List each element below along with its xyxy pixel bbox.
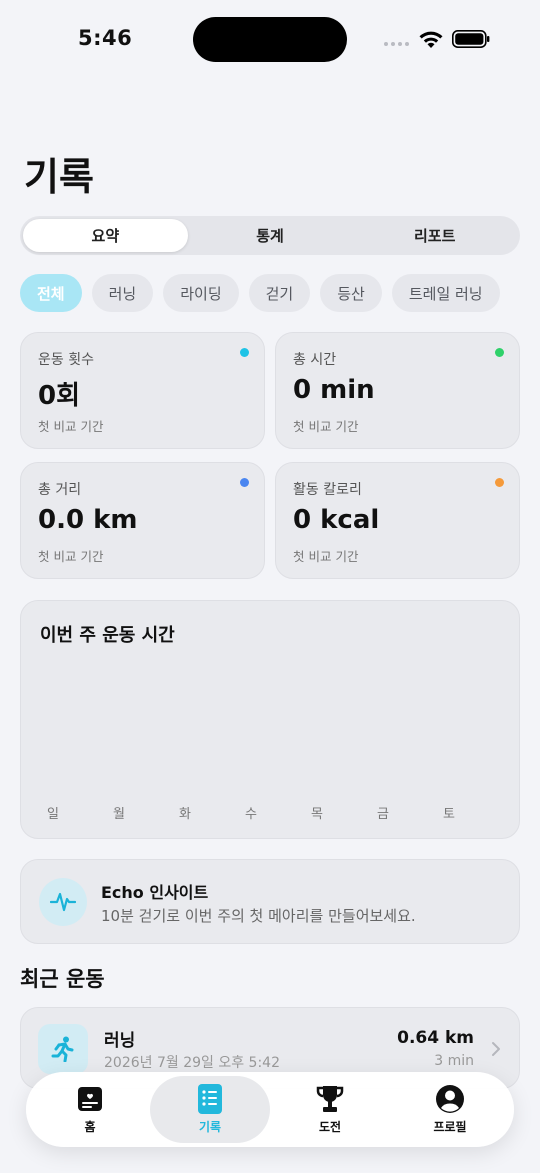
workout-date: 2026년 7월 29일 오후 5:42 (104, 1055, 280, 1071)
stat-comparison: 첫 비교 기간 (38, 549, 104, 564)
stat-comparison: 첫 비교 기간 (38, 419, 104, 434)
recent-workouts-title: 최근 운동 (20, 967, 105, 991)
stat-comparison: 첫 비교 기간 (293, 419, 359, 434)
stat-card-workout-count[interactable]: 운동 횟수 0회 첫 비교 기간 (20, 332, 265, 449)
weekly-chart-title: 이번 주 운동 시간 (40, 625, 175, 646)
workout-duration: 3 min (434, 1053, 474, 1069)
day-label: 월 (113, 807, 125, 822)
stat-value: 0 kcal (293, 505, 380, 535)
insight-text: 10분 걷기로 이번 주의 첫 메아리를 만들어보세요. (101, 907, 416, 925)
battery-icon (452, 30, 490, 48)
tab-label: 홈 (84, 1120, 96, 1134)
day-label: 일 (47, 807, 59, 822)
day-label: 수 (245, 807, 257, 822)
stat-color-dot (240, 478, 249, 487)
filter-chip-walking[interactable]: 걷기 (248, 274, 311, 312)
wifi-icon (419, 31, 443, 48)
stat-card-total-time[interactable]: 총 시간 0 min 첫 비교 기간 (275, 332, 520, 449)
filter-chip-trail-running[interactable]: 트레일 러닝 (391, 274, 500, 312)
workout-name: 러닝 (104, 1031, 136, 1051)
page-title: 기록 (24, 155, 94, 199)
stat-color-dot (495, 348, 504, 357)
day-label: 화 (179, 807, 191, 822)
tab-profile[interactable]: 프로필 (390, 1076, 510, 1143)
stat-label: 운동 횟수 (38, 352, 94, 368)
running-icon (38, 1024, 88, 1074)
filter-chip-hiking[interactable]: 등산 (320, 274, 382, 312)
workout-distance: 0.64 km (397, 1028, 474, 1048)
segment-summary[interactable]: 요약 (23, 219, 188, 252)
day-label: 목 (311, 807, 323, 822)
home-card-icon (75, 1084, 105, 1114)
stat-label: 총 거리 (38, 482, 82, 498)
stat-color-dot (240, 348, 249, 357)
stat-comparison: 첫 비교 기간 (293, 549, 359, 564)
tab-label: 프로필 (433, 1120, 467, 1134)
stat-value: 0 min (293, 375, 375, 405)
stat-label: 총 시간 (293, 352, 337, 368)
segmented-control: 요약 통계 리포트 (20, 216, 520, 255)
filter-chip-all[interactable]: 전체 (20, 274, 82, 312)
filter-chip-running[interactable]: 러닝 (91, 274, 154, 312)
stat-value: 0회 (38, 381, 81, 411)
segment-statistics[interactable]: 통계 (188, 219, 353, 252)
stat-card-total-distance[interactable]: 총 거리 0.0 km 첫 비교 기간 (20, 462, 265, 579)
tab-label: 기록 (198, 1120, 222, 1134)
day-label: 금 (377, 807, 389, 822)
waveform-icon (39, 878, 87, 926)
cellular-signal-icon (384, 42, 409, 46)
filter-chip-riding[interactable]: 라이딩 (163, 274, 239, 312)
insight-title: Echo 인사이트 (101, 883, 209, 902)
echo-insight-card[interactable]: Echo 인사이트 10분 걷기로 이번 주의 첫 메아리를 만들어보세요. (20, 859, 520, 944)
tab-label: 도전 (318, 1120, 342, 1134)
stat-card-active-calories[interactable]: 활동 칼로리 0 kcal 첫 비교 기간 (275, 462, 520, 579)
stat-label: 활동 칼로리 (293, 482, 362, 498)
status-time: 5:46 (78, 26, 133, 50)
status-bar: 5:46 (0, 0, 540, 80)
weekly-workout-time-card: 이번 주 운동 시간 일 월 화 수 목 금 토 (20, 600, 520, 839)
bottom-tab-bar: 홈 기록 도전 프로필 (26, 1072, 514, 1147)
tab-challenge[interactable]: 도전 (270, 1076, 390, 1143)
stat-color-dot (495, 478, 504, 487)
day-label: 토 (443, 807, 455, 822)
segment-report[interactable]: 리포트 (352, 219, 517, 252)
dynamic-island (193, 17, 347, 62)
tab-records[interactable]: 기록 (150, 1076, 270, 1143)
tab-home[interactable]: 홈 (30, 1076, 150, 1143)
stat-value: 0.0 km (38, 505, 138, 535)
profile-icon (435, 1084, 465, 1114)
list-icon (195, 1084, 225, 1114)
chevron-right-icon (492, 1042, 500, 1056)
activity-filter-chips: 전체 러닝 라이딩 걷기 등산 트레일 러닝 (20, 274, 500, 312)
trophy-icon (315, 1084, 345, 1114)
